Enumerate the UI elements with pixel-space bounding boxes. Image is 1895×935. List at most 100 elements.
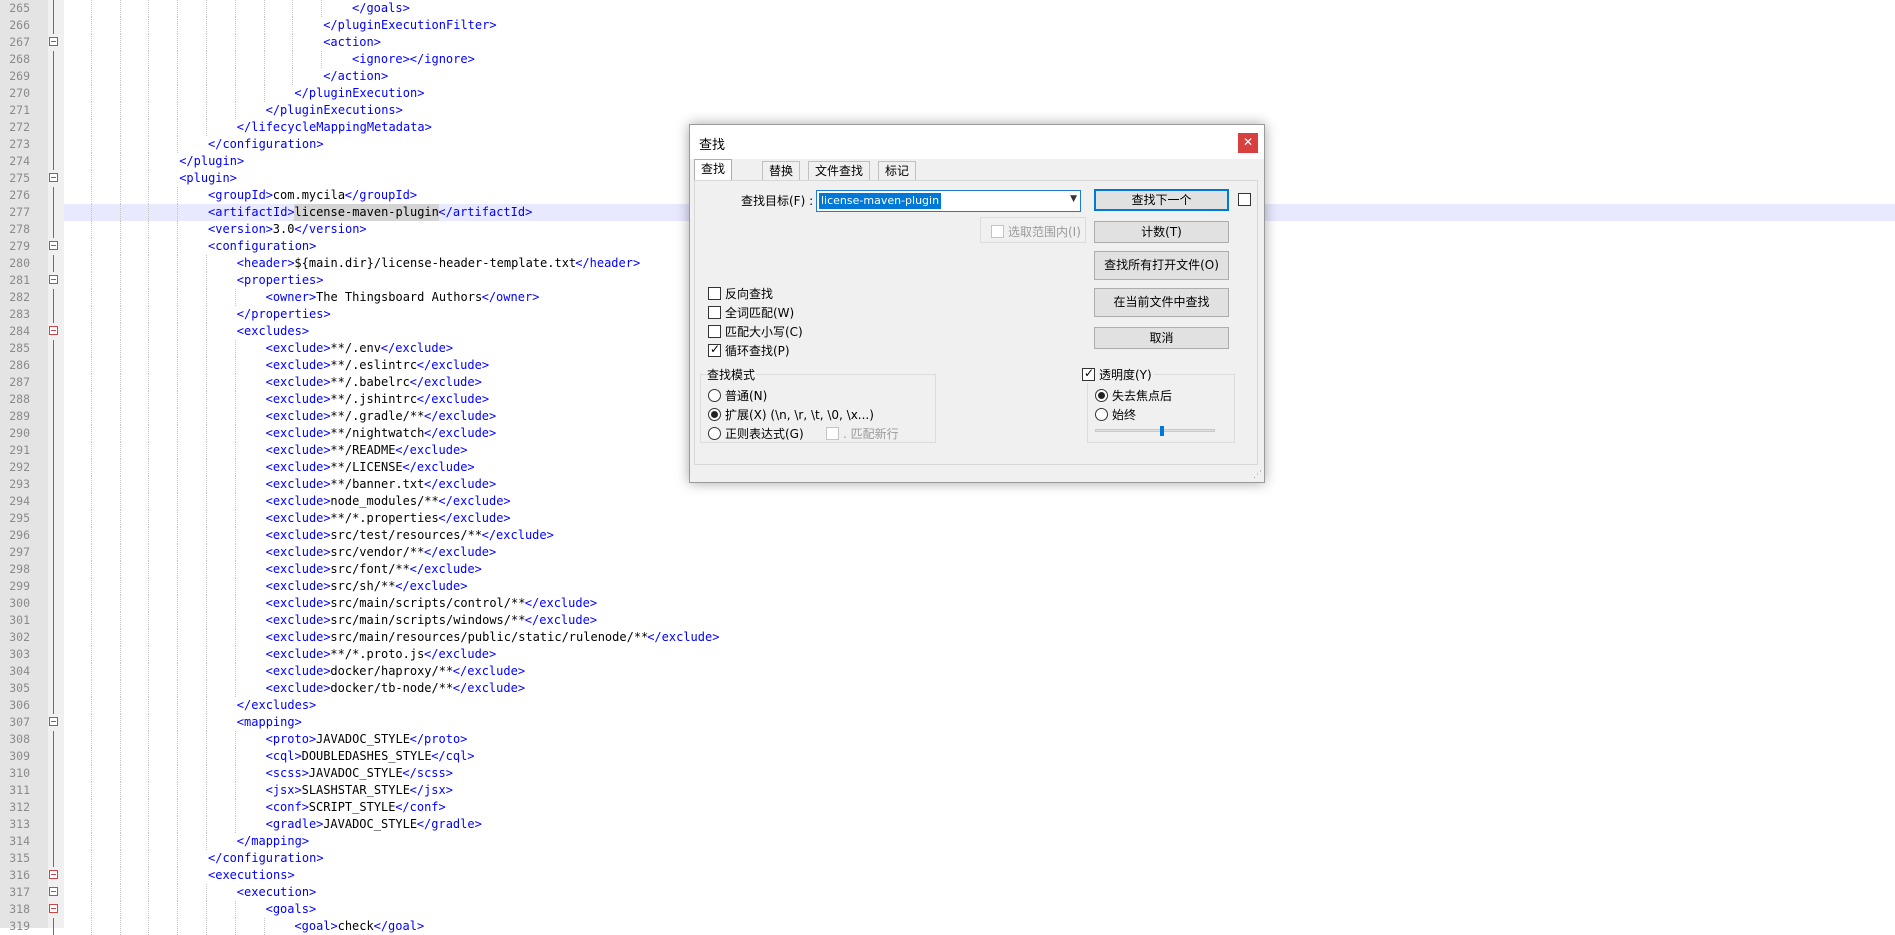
tab-find-in-files[interactable]: 文件查找 xyxy=(808,161,871,181)
tab-mark[interactable]: 标记 xyxy=(878,161,917,181)
mode-extended-radio[interactable]: 扩展(X) (\n, \r, \t, \0, \x...) xyxy=(708,406,874,423)
wrap-around-checkbox[interactable]: 循环查找(P) xyxy=(708,342,790,359)
fold-toggle-icon[interactable] xyxy=(49,870,58,879)
code-line[interactable]: 319 <goal> check </goal> xyxy=(9,918,1895,935)
indent-guide xyxy=(90,374,92,391)
code-line[interactable]: 304 <exclude> docker/haproxy/** </exclude> xyxy=(9,663,1895,680)
code-line[interactable]: 303 <exclude> **/*.proto.js </exclude> xyxy=(9,646,1895,663)
code-line[interactable]: 307 <mapping> xyxy=(9,714,1895,731)
transparency-checkbox[interactable]: 透明度(Y) xyxy=(1082,366,1154,383)
dot-matches-newline-checkbox[interactable]: . 匹配新行 xyxy=(826,425,899,442)
code-line[interactable]: 306 </excludes> xyxy=(9,697,1895,714)
code-line[interactable]: 318 <goals> xyxy=(9,901,1895,918)
indent-guide xyxy=(234,561,236,578)
code-line[interactable]: 297 <exclude> src/vendor/** </exclude> xyxy=(9,544,1895,561)
code-line[interactable]: 312 <conf> SCRIPT_STYLE </conf> xyxy=(9,799,1895,816)
code-line[interactable]: 311 <jsx> SLASHSTAR_STYLE </jsx> xyxy=(9,782,1895,799)
code-line[interactable]: 305 <exclude> docker/tb-node/** </exclude> xyxy=(9,680,1895,697)
indent-guide xyxy=(148,34,150,51)
code-line[interactable]: 298 <exclude> src/font/** </exclude> xyxy=(9,561,1895,578)
indent-guide xyxy=(148,731,150,748)
fold-toggle-icon[interactable] xyxy=(49,37,58,46)
line-number: 297 xyxy=(9,545,30,559)
resize-grip-icon[interactable]: ⋰ xyxy=(1253,470,1262,480)
tab-replace[interactable]: 替换 xyxy=(762,161,801,181)
fold-toggle-icon[interactable] xyxy=(49,173,58,182)
always-radio[interactable]: 始终 xyxy=(1095,406,1136,423)
whole-word-checkbox[interactable]: 全词匹配(W) xyxy=(708,304,794,321)
xml-text: src/main/resources/public/static/rulenod… xyxy=(330,630,649,644)
fold-toggle-icon[interactable] xyxy=(49,275,58,284)
fold-line xyxy=(53,629,54,646)
indent-guide xyxy=(119,442,121,459)
code-line[interactable]: 301 <exclude> src/main/scripts/windows/** <… xyxy=(9,612,1895,629)
indent-guide xyxy=(119,901,121,918)
indent-guide xyxy=(177,442,179,459)
code-line[interactable]: 270 </pluginExecution> xyxy=(9,85,1895,102)
mode-regex-radio[interactable]: 正则表达式(G) xyxy=(708,425,804,442)
dialog-titlebar[interactable]: 查找 ✕ xyxy=(690,125,1264,159)
code-line[interactable]: 308 <proto> JAVADOC_STYLE </proto> xyxy=(9,731,1895,748)
mode-normal-radio[interactable]: 普通(N) xyxy=(708,387,767,404)
find-what-combobox[interactable]: license-maven-plugin ▼ xyxy=(816,190,1081,212)
fold-toggle-icon[interactable] xyxy=(49,904,58,913)
code-line[interactable]: 269 </action> xyxy=(9,68,1895,85)
close-button[interactable]: ✕ xyxy=(1238,133,1258,153)
count-button[interactable]: 计数(T) xyxy=(1094,221,1229,243)
indent-guide xyxy=(234,782,236,799)
find-next-button[interactable]: 查找下一个 xyxy=(1094,189,1229,211)
fold-toggle-icon[interactable] xyxy=(49,241,58,250)
code-line[interactable]: 314 </mapping> xyxy=(9,833,1895,850)
backward-search-checkbox[interactable]: 反向查找 xyxy=(708,285,773,302)
indent-guide xyxy=(119,493,121,510)
code-line[interactable]: 300 <exclude> src/main/scripts/control/** <… xyxy=(9,595,1895,612)
indent-guide xyxy=(119,918,121,935)
indent-guide xyxy=(206,714,207,731)
code-line[interactable]: 268 <ignore></ignore> xyxy=(9,51,1895,68)
line-number: 319 xyxy=(9,919,30,933)
indent-guide xyxy=(148,51,150,68)
match-case-checkbox[interactable]: 匹配大小写(C) xyxy=(708,323,803,340)
transparency-slider[interactable] xyxy=(1095,429,1215,432)
indent-guide xyxy=(148,238,150,255)
fold-toggle-icon[interactable] xyxy=(49,717,58,726)
find-what-value[interactable]: license-maven-plugin xyxy=(819,193,942,209)
code-line[interactable]: 265 </goals> xyxy=(9,0,1895,17)
code-line[interactable]: 316 <executions> xyxy=(9,867,1895,884)
code-line[interactable]: 296 <exclude> src/test/resources/** </exclu… xyxy=(9,527,1895,544)
fold-toggle-icon[interactable] xyxy=(49,887,58,896)
indent-guide xyxy=(90,884,92,901)
indent-guide xyxy=(119,697,121,714)
indent-guide xyxy=(119,102,121,119)
code-line[interactable]: 315 </configuration> xyxy=(9,850,1895,867)
code-line[interactable]: 267 <action> xyxy=(9,34,1895,51)
indent-guide xyxy=(90,527,92,544)
tab-find[interactable]: 查找 xyxy=(694,159,733,181)
on-losing-focus-radio[interactable]: 失去焦点后 xyxy=(1095,387,1172,404)
line-number: 268 xyxy=(9,52,30,66)
code-line[interactable]: 295 <exclude> **/*.properties </exclude> xyxy=(9,510,1895,527)
xml-tag: <configuration> xyxy=(208,239,317,253)
code-line[interactable]: 299 <exclude> src/sh/** </exclude> xyxy=(9,578,1895,595)
cancel-button[interactable]: 取消 xyxy=(1094,327,1229,349)
indent-guide xyxy=(148,527,150,544)
code-line[interactable]: 317 <execution> xyxy=(9,884,1895,901)
find-next-option-checkbox[interactable] xyxy=(1238,193,1251,206)
code-line[interactable]: 310 <scss> JAVADOC_STYLE </scss> xyxy=(9,765,1895,782)
line-number: 292 xyxy=(9,460,30,474)
transparency-slider-thumb[interactable] xyxy=(1160,426,1164,436)
code-line[interactable]: 313 <gradle> JAVADOC_STYLE </gradle> xyxy=(9,816,1895,833)
code-line[interactable]: 294 <exclude> node_modules/** </exclude> xyxy=(9,493,1895,510)
xml-tag: </exclude> xyxy=(424,647,497,661)
code-line[interactable]: 302 <exclude> src/main/resources/public/st… xyxy=(9,629,1895,646)
find-all-open-files-button[interactable]: 查找所有打开文件(O) xyxy=(1094,251,1229,280)
fold-toggle-icon[interactable] xyxy=(49,326,58,335)
indent-guide xyxy=(206,527,207,544)
xml-tag: </plugin> xyxy=(179,154,245,168)
find-in-current-file-button[interactable]: 在当前文件中查找 xyxy=(1094,288,1229,317)
code-line[interactable]: 309 <cql> DOUBLEDASHES_STYLE </cql> xyxy=(9,748,1895,765)
code-line[interactable]: 271 </pluginExecutions> xyxy=(9,102,1895,119)
in-selection-checkbox[interactable]: 选取范围内(I) xyxy=(991,223,1081,240)
code-line[interactable]: 266 </pluginExecutionFilter> xyxy=(9,17,1895,34)
chevron-down-icon[interactable]: ▼ xyxy=(1070,194,1077,204)
